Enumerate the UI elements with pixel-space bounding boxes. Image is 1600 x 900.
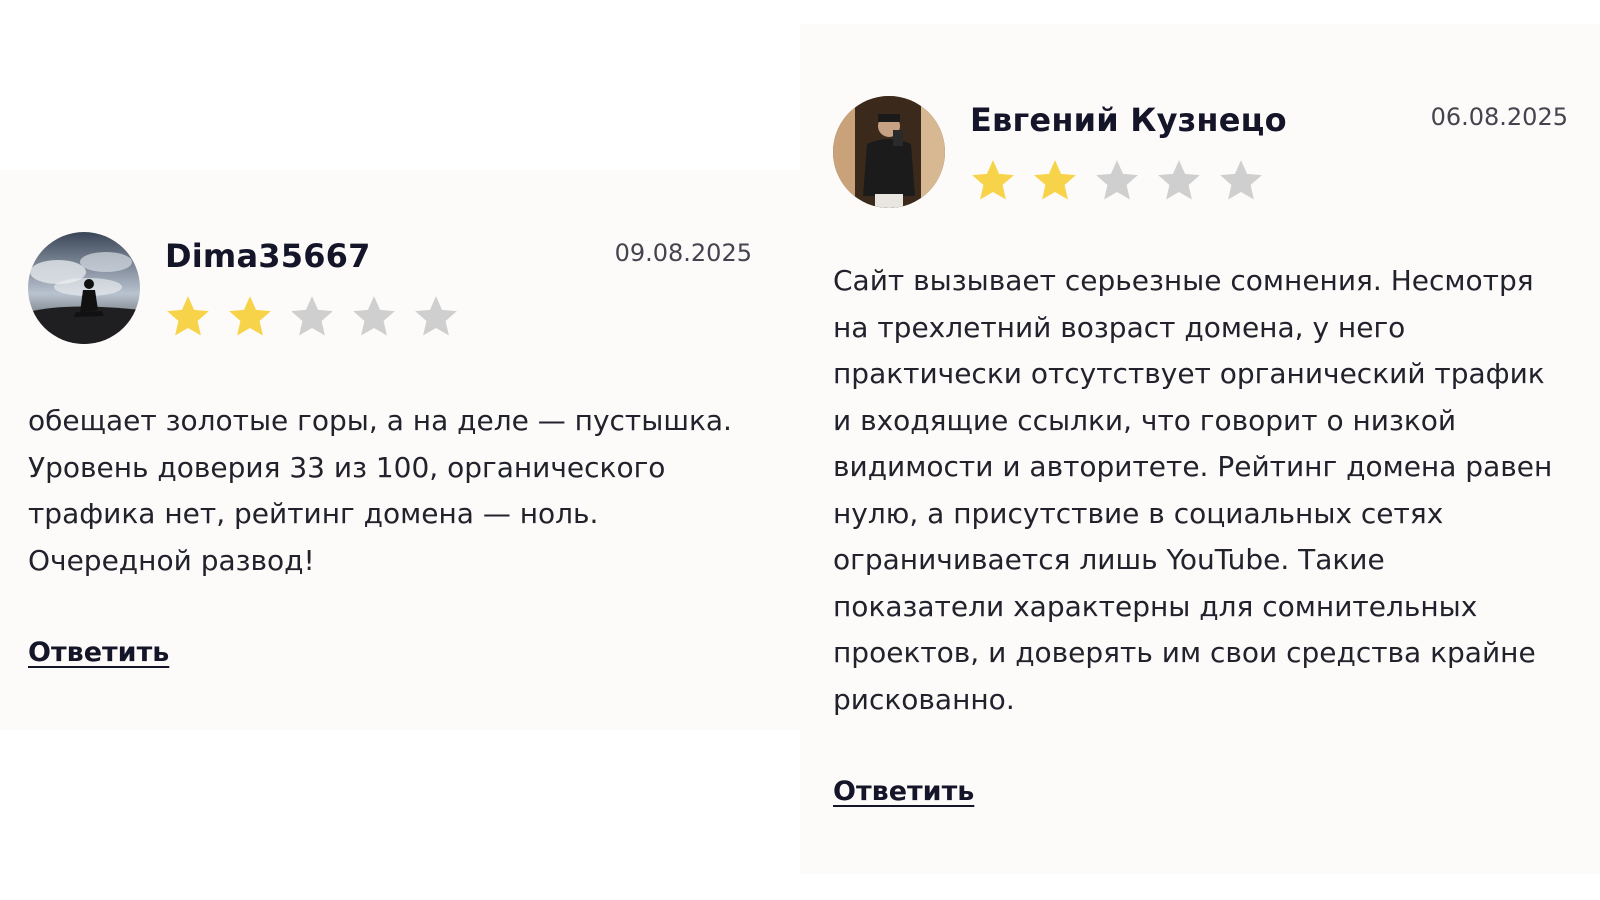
star-icon	[349, 292, 399, 342]
star-icon	[1030, 156, 1080, 206]
review-text: Сайт вызывает серьезные сомнения. Несмот…	[833, 264, 1553, 716]
reply-link[interactable]: Ответить	[28, 636, 169, 670]
star-icon	[968, 156, 1018, 206]
rating-stars	[163, 292, 461, 342]
review-author: Евгений Кузнецо	[970, 101, 1287, 139]
avatar	[833, 96, 945, 208]
star-icon	[225, 292, 275, 342]
star-icon	[287, 292, 337, 342]
review-text: обещает золотые горы, а на деле — пустыш…	[28, 404, 732, 577]
star-icon	[1092, 156, 1142, 206]
review-card-2: Евгений Кузнецо 06.08.2025 Сайт вызывает…	[800, 24, 1600, 874]
avatar	[28, 232, 140, 344]
review-date: 06.08.2025	[1430, 103, 1568, 131]
review-header: Dima35667 09.08.2025	[28, 232, 772, 346]
review-author: Dima35667	[165, 237, 371, 275]
star-icon	[163, 292, 213, 342]
rating-stars	[968, 156, 1266, 206]
review-date: 09.08.2025	[614, 239, 752, 267]
review-card-1: Dima35667 09.08.2025 обещает золотые гор…	[0, 170, 800, 730]
star-icon	[411, 292, 461, 342]
star-icon	[1216, 156, 1266, 206]
star-icon	[1154, 156, 1204, 206]
reply-link[interactable]: Ответить	[833, 775, 974, 809]
review-header: Евгений Кузнецо 06.08.2025	[833, 96, 1568, 210]
